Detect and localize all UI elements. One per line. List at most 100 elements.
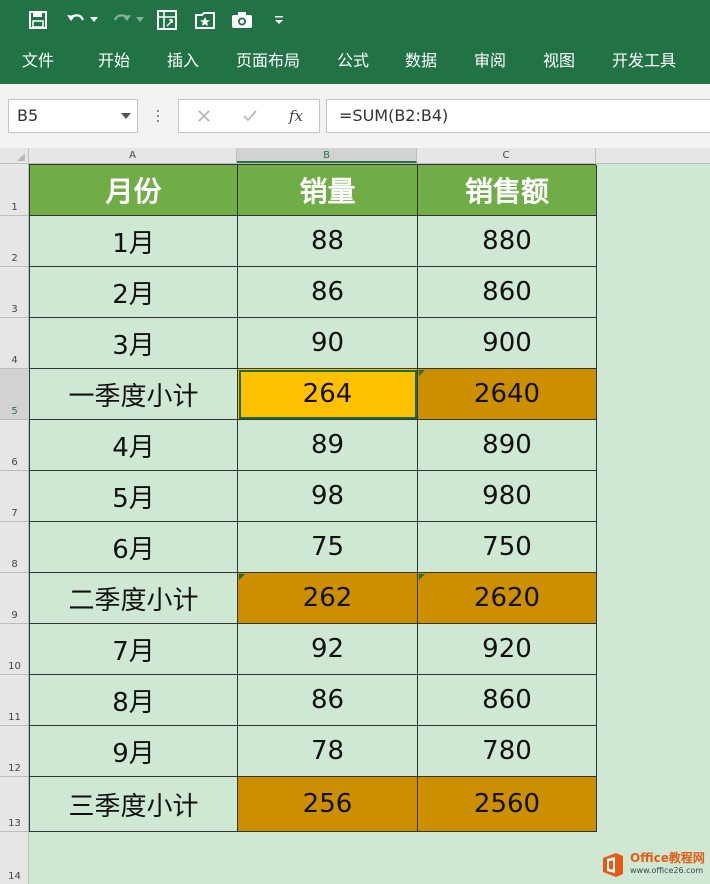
row-header[interactable]: 5 (0, 369, 29, 420)
camera-icon[interactable] (231, 8, 253, 32)
table-cell[interactable]: 92 (238, 624, 418, 675)
table-cell[interactable]: 6月 (30, 522, 238, 573)
subtotal-cell[interactable]: 256 (238, 777, 418, 832)
column-header-b[interactable]: B (237, 148, 417, 163)
tab-home[interactable]: 开始 (98, 49, 130, 73)
table-cell[interactable]: 75 (238, 522, 418, 573)
header-cell-month[interactable]: 月份 (30, 165, 238, 216)
error-indicator-icon (419, 370, 425, 376)
tab-data[interactable]: 数据 (405, 49, 437, 73)
table-cell[interactable]: 5月 (30, 471, 238, 522)
error-indicator-icon (239, 574, 245, 580)
formula-bar-resize-handle[interactable] (150, 104, 166, 128)
table-cell[interactable]: 920 (418, 624, 597, 675)
watermark-url: www.office26.com (630, 866, 704, 875)
row-header[interactable]: 6 (0, 420, 29, 471)
table-cell[interactable]: 98 (238, 471, 418, 522)
table-cell[interactable]: 4月 (30, 420, 238, 471)
table-cell[interactable]: 88 (238, 216, 418, 267)
table-cell[interactable]: 2月 (30, 267, 238, 318)
formula-input[interactable]: =SUM(B2:B4) (326, 99, 710, 133)
cancel-icon[interactable] (181, 100, 227, 132)
tab-insert[interactable]: 插入 (167, 49, 199, 73)
redo-icon[interactable] (110, 8, 134, 32)
insert-function-button[interactable]: fx (273, 100, 319, 132)
table-cell[interactable]: 9月 (30, 726, 238, 777)
column-header-bar: A B C (0, 148, 710, 164)
row-header[interactable]: 11 (0, 675, 29, 726)
error-indicator-icon (419, 574, 425, 580)
formula-text: =SUM(B2:B4) (339, 106, 449, 125)
table-cell[interactable]: 980 (418, 471, 597, 522)
name-box-value: B5 (17, 106, 39, 125)
row-header[interactable]: 3 (0, 267, 29, 318)
subtotal-label-cell[interactable]: 一季度小计 (30, 369, 238, 420)
subtotal-cell[interactable]: 2620 (418, 573, 597, 624)
table-cell[interactable]: 750 (418, 522, 597, 573)
table-cell[interactable]: 880 (418, 216, 597, 267)
undo-icon[interactable] (64, 8, 88, 32)
row-header[interactable]: 10 (0, 624, 29, 675)
tab-review[interactable]: 审阅 (474, 49, 506, 73)
tab-page-layout[interactable]: 页面布局 (236, 49, 300, 73)
enter-icon[interactable] (227, 100, 273, 132)
formula-buttons: fx (178, 99, 320, 133)
subtotal-cell[interactable]: 2640 (418, 369, 597, 420)
row-header[interactable]: 9 (0, 573, 29, 624)
select-all-button[interactable] (0, 148, 29, 163)
column-header-c[interactable]: C (417, 148, 596, 163)
customize-qat-icon[interactable] (272, 8, 286, 32)
table-cell[interactable]: 3月 (30, 318, 238, 369)
table-cell[interactable]: 78 (238, 726, 418, 777)
row-header[interactable]: 14 (0, 832, 29, 884)
table-cell[interactable]: 900 (418, 318, 597, 369)
ribbon-tabs: 文件 开始 插入 页面布局 公式 数据 审阅 视图 开发工具 (0, 40, 710, 84)
tab-view[interactable]: 视图 (543, 49, 575, 73)
macro-icon[interactable] (194, 8, 216, 32)
row-header[interactable]: 13 (0, 777, 29, 832)
row-header[interactable]: 7 (0, 471, 29, 522)
table-cell[interactable]: 89 (238, 420, 418, 471)
table-cell[interactable]: 1月 (30, 216, 238, 267)
office-logo-icon (603, 853, 623, 877)
subtotal-cell[interactable]: 2560 (418, 777, 597, 832)
tab-formulas[interactable]: 公式 (337, 49, 369, 73)
table-cell[interactable]: 86 (238, 675, 418, 726)
subtotal-cell[interactable]: 262 (238, 573, 418, 624)
header-cell-revenue[interactable]: 销售额 (418, 165, 597, 216)
redo-dropdown-icon[interactable] (134, 8, 146, 32)
name-box-dropdown-icon[interactable] (121, 113, 131, 119)
row-header[interactable]: 2 (0, 216, 29, 267)
row-header[interactable]: 8 (0, 522, 29, 573)
tab-file[interactable]: 文件 (22, 49, 54, 73)
table-cell[interactable]: 890 (418, 420, 597, 471)
subtotal-label-cell[interactable]: 二季度小计 (30, 573, 238, 624)
table-cell[interactable]: 7月 (30, 624, 238, 675)
row-header[interactable]: 4 (0, 318, 29, 369)
cell-value: 2620 (473, 583, 541, 613)
active-cell[interactable]: 264 (238, 369, 418, 420)
table-cell[interactable]: 780 (418, 726, 597, 777)
cell-value: 2640 (473, 379, 541, 409)
cell-value: 264 (302, 379, 353, 409)
pivot-table-icon[interactable] (156, 8, 178, 32)
subtotal-label-cell[interactable]: 三季度小计 (30, 777, 238, 832)
header-cell-sales[interactable]: 销量 (238, 165, 418, 216)
row-header[interactable]: 12 (0, 726, 29, 777)
table-cell[interactable]: 86 (238, 267, 418, 318)
quick-access-toolbar (0, 0, 710, 40)
column-header-a[interactable]: A (29, 148, 237, 163)
undo-dropdown-icon[interactable] (88, 8, 100, 32)
watermark-brand: Office教程网 (630, 851, 705, 865)
table-cell[interactable]: 8月 (30, 675, 238, 726)
row-header-bar: 1 2 3 4 5 6 7 8 9 10 11 12 13 14 (0, 164, 29, 884)
watermark: Office教程网 www.office26.com (600, 848, 710, 882)
table-cell[interactable]: 90 (238, 318, 418, 369)
table-cell[interactable]: 860 (418, 267, 597, 318)
save-icon[interactable] (26, 8, 50, 32)
formula-bar: B5 fx =SUM(B2:B4) (0, 84, 710, 148)
tab-developer[interactable]: 开发工具 (612, 49, 676, 73)
row-header[interactable]: 1 (0, 164, 29, 216)
table-cell[interactable]: 860 (418, 675, 597, 726)
name-box[interactable]: B5 (8, 99, 138, 133)
